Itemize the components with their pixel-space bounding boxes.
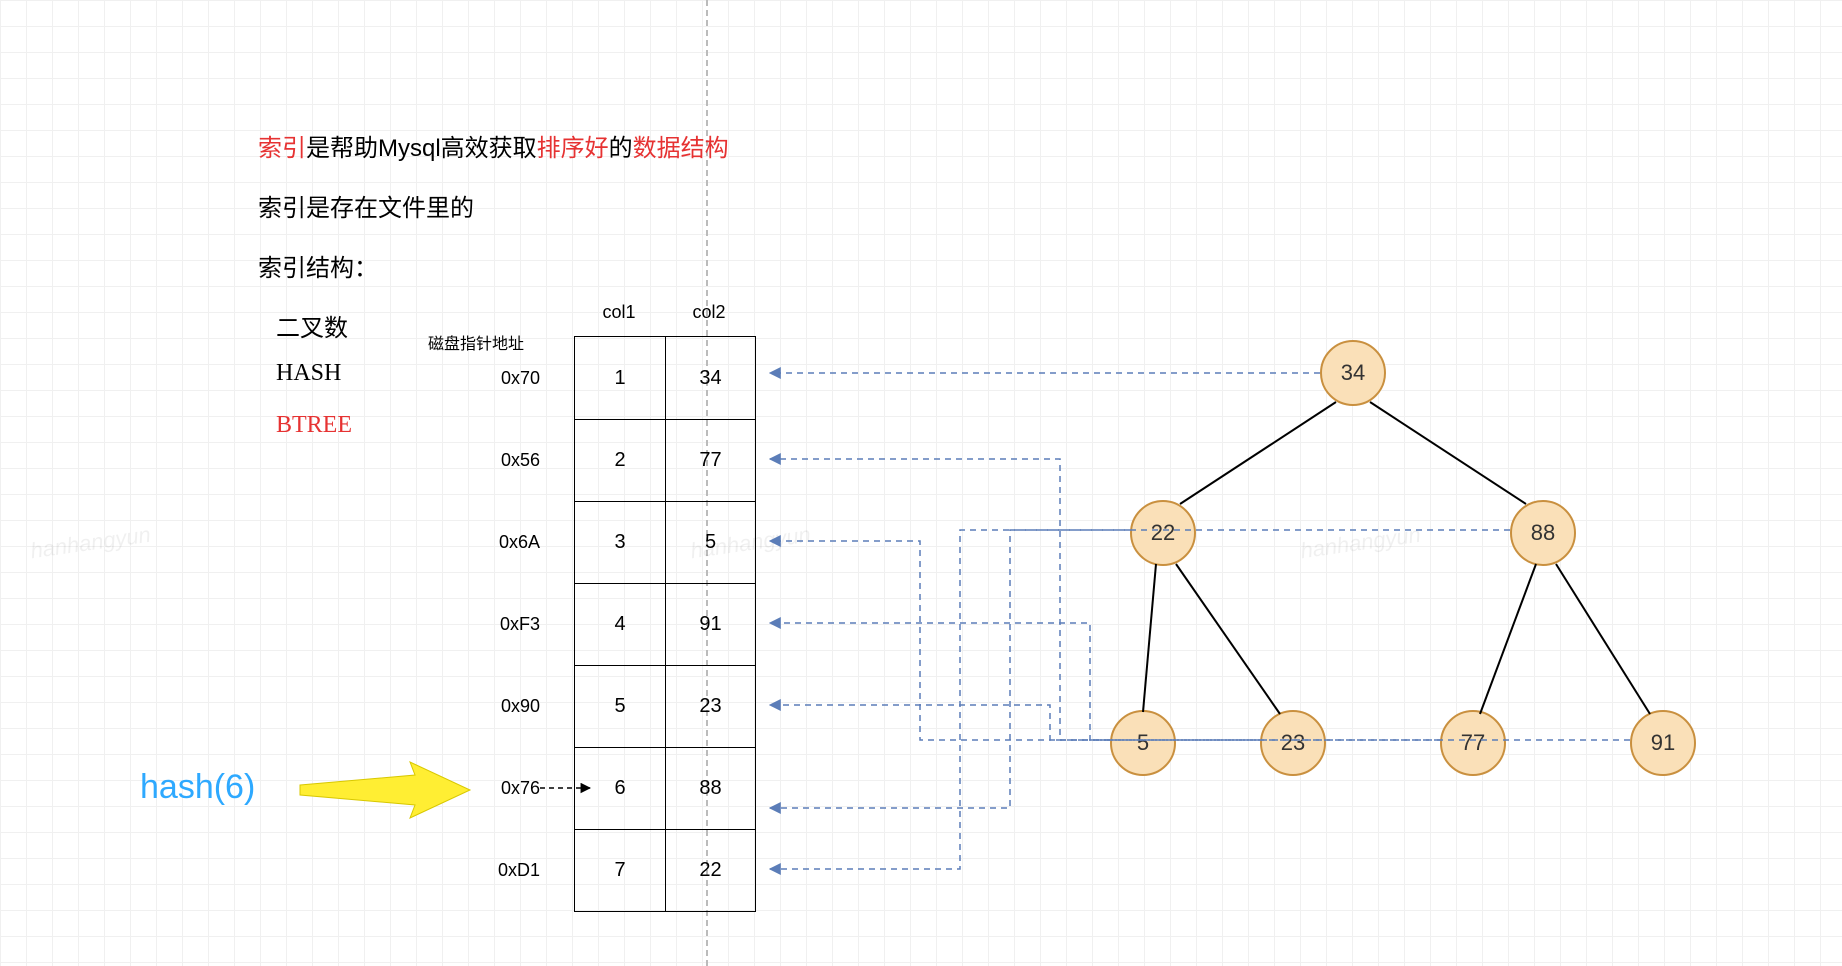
cell-col1: 7 (575, 830, 665, 911)
tree-node-ll: 5 (1110, 710, 1176, 776)
cell-col1: 4 (575, 584, 665, 665)
tree-node-rr: 91 (1630, 710, 1696, 776)
list-btree: BTREE (276, 412, 352, 439)
title-line: 索引是帮助Mysql高效获取排序好的数据结构 (258, 128, 729, 163)
tree-node-root: 34 (1320, 340, 1386, 406)
addr-6: 0xD1 (480, 860, 540, 881)
cell-col1: 1 (575, 337, 665, 419)
addr-1: 0x56 (480, 450, 540, 471)
cell-col2: 91 (665, 584, 755, 665)
title-p1: 索引 (258, 135, 306, 162)
cell-col1: 6 (575, 748, 665, 829)
addr-5: 0x76 (480, 778, 540, 799)
addr-3: 0xF3 (480, 614, 540, 635)
line-storage: 索引是存在文件里的 (258, 188, 474, 223)
tree-node-l: 22 (1130, 500, 1196, 566)
title-p4: 的 (609, 135, 633, 162)
table-row: 7 22 (575, 829, 755, 911)
col2-header: col2 (664, 302, 754, 323)
title-p5: 数据结构 (633, 135, 729, 162)
cell-col2: 23 (665, 666, 755, 747)
line-structure: 索引结构： (258, 248, 378, 283)
table-row: 2 77 (575, 419, 755, 501)
title-p3: 排序好 (537, 135, 609, 162)
tree-node-r: 88 (1510, 500, 1576, 566)
tree-node-lr: 23 (1260, 710, 1326, 776)
hash-label: hash(6) (140, 768, 255, 807)
title-p2: 是帮助Mysql高效获取 (306, 135, 537, 162)
table-row: 6 88 (575, 747, 755, 829)
tree-node-rl: 77 (1440, 710, 1506, 776)
cell-col1: 2 (575, 420, 665, 501)
cell-col2: 5 (665, 502, 755, 583)
cell-col2: 22 (665, 830, 755, 911)
addr-2: 0x6A (480, 532, 540, 553)
col1-header: col1 (574, 302, 664, 323)
cell-col1: 5 (575, 666, 665, 747)
cell-col2: 34 (665, 337, 755, 419)
cell-col2: 88 (665, 748, 755, 829)
table-row: 4 91 (575, 583, 755, 665)
data-table: 1 34 2 77 3 5 4 91 5 23 6 88 7 22 (574, 336, 756, 912)
addr-header: 磁盘指针地址 (428, 330, 524, 354)
list-hash: HASH (276, 360, 341, 387)
addr-4: 0x90 (480, 696, 540, 717)
table-row: 5 23 (575, 665, 755, 747)
cell-col2: 77 (665, 420, 755, 501)
table-row: 3 5 (575, 501, 755, 583)
addr-0: 0x70 (480, 368, 540, 389)
cell-col1: 3 (575, 502, 665, 583)
list-binary-tree: 二叉数 (276, 308, 348, 343)
table-row: 1 34 (575, 337, 755, 419)
